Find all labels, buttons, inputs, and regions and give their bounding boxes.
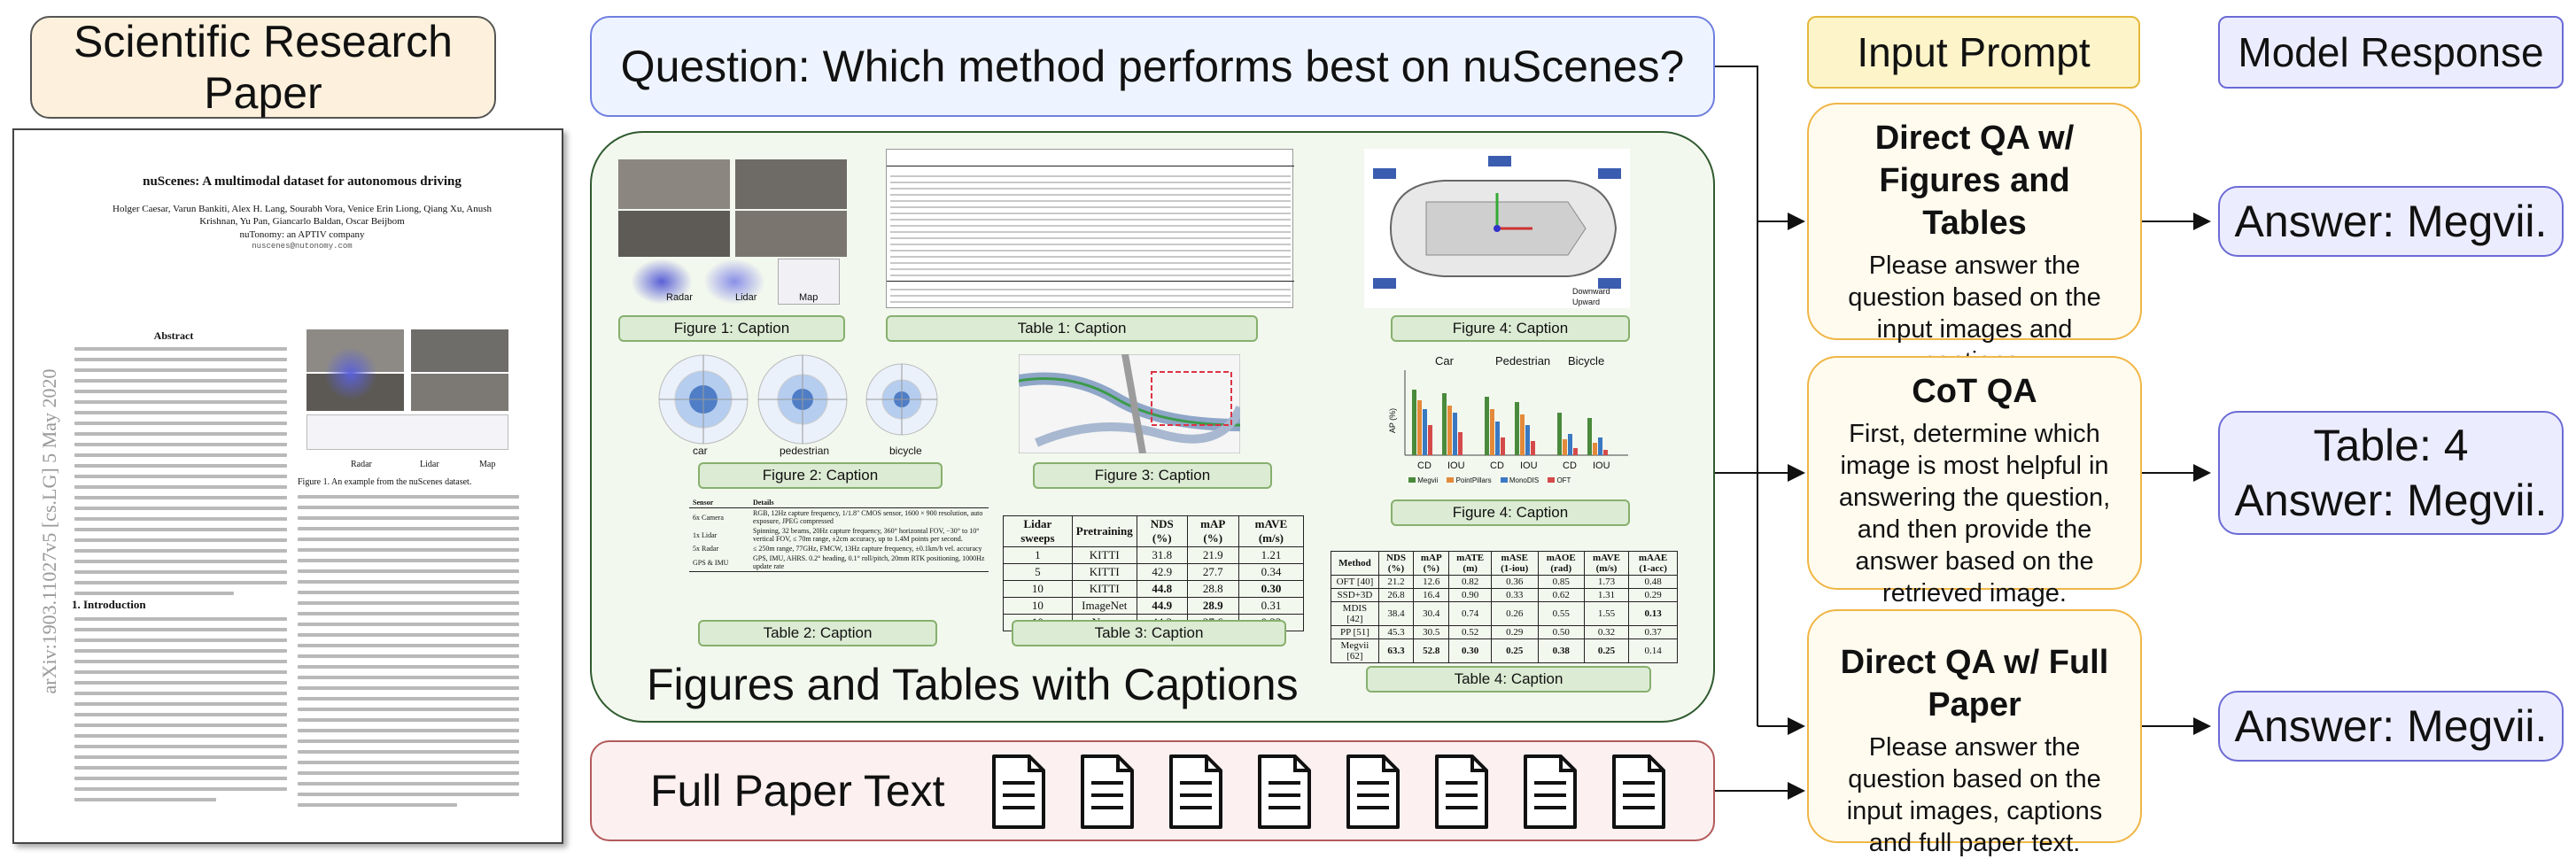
method2-title: CoT QA <box>1912 373 2037 410</box>
answer-3: Answer: Megvii. <box>2218 691 2564 762</box>
method2-desc: First, determine which image is most hel… <box>1838 420 2111 607</box>
method3-desc: Please answer the question based on the … <box>1846 733 2103 857</box>
answer2-text: Answer: Megvii. <box>2234 476 2548 525</box>
method-direct-qa-fullpaper: Direct QA w/ Full Paper Please answer th… <box>1807 609 2142 857</box>
answer3-text: Answer: Megvii. <box>2234 701 2548 751</box>
model-response-title: Model Response <box>2238 29 2544 75</box>
input-prompt-header: Input Prompt <box>1807 16 2140 89</box>
model-response-header: Model Response <box>2218 16 2564 89</box>
input-prompt-title: Input Prompt <box>1857 29 2091 75</box>
method1-title: Direct QA w/ Figures and Tables <box>1874 120 2075 242</box>
method-direct-qa-figures: Direct QA w/ Figures and Tables Please a… <box>1807 103 2142 375</box>
answer1-text: Answer: Megvii. <box>2234 197 2548 246</box>
arrow-question-to-methods <box>1715 66 1805 230</box>
connector-arrows <box>1715 66 2211 800</box>
method3-title: Direct QA w/ Full Paper <box>1840 644 2109 724</box>
answer-2: Table: 4 Answer: Megvii. <box>2218 411 2564 535</box>
answer2-table: Table: 4 <box>2313 421 2469 470</box>
answer-1: Answer: Megvii. <box>2218 186 2564 257</box>
method-cot-qa: CoT QA First, determine which image is m… <box>1807 356 2142 607</box>
